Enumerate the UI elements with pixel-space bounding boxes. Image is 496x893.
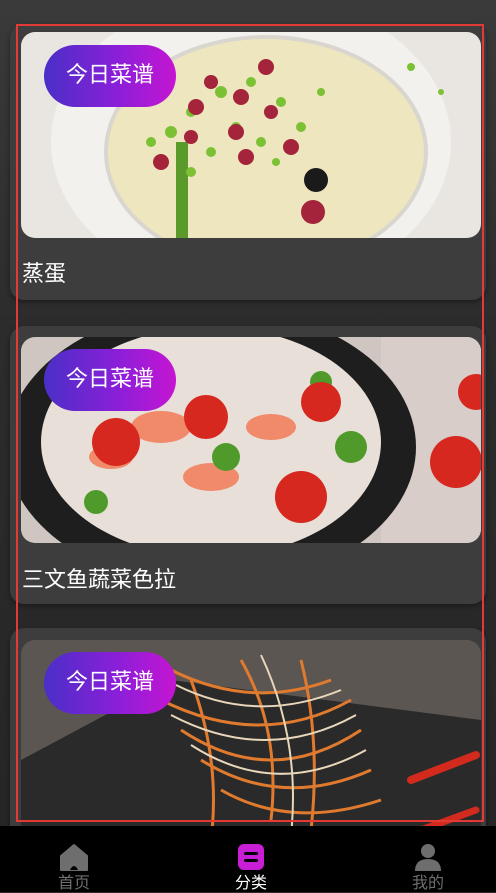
tab-home-label: 首页 <box>57 873 90 892</box>
tab-home[interactable]: 首页 <box>14 826 134 892</box>
today-recipe-badge: 今日菜谱 <box>44 45 177 107</box>
tab-category-label: 分类 <box>234 873 267 892</box>
recipe-card[interactable]: 今日菜谱 三文鱼蔬菜色拉 <box>10 326 486 604</box>
recipe-title: 蒸蛋 <box>22 262 67 287</box>
home-icon <box>59 842 89 872</box>
user-icon <box>413 842 443 872</box>
bottom-tab-bar: 首页 分类 我的 <box>0 826 496 892</box>
tab-category[interactable]: 分类 <box>191 826 311 892</box>
recipe-title: 三文鱼蔬菜色拉 <box>22 568 177 593</box>
tab-profile[interactable]: 我的 <box>368 826 488 892</box>
tab-profile-label: 我的 <box>411 873 444 892</box>
recipe-card[interactable]: 今日菜谱 <box>10 628 486 826</box>
recipe-list[interactable]: 今日菜谱 蒸蛋 今日菜谱 三文鱼蔬菜色拉 今日菜谱 <box>0 0 496 826</box>
recipe-card[interactable]: 今日菜谱 蒸蛋 <box>10 24 486 300</box>
category-icon <box>236 842 266 872</box>
today-recipe-badge: 今日菜谱 <box>44 652 177 714</box>
today-recipe-badge: 今日菜谱 <box>44 349 177 411</box>
